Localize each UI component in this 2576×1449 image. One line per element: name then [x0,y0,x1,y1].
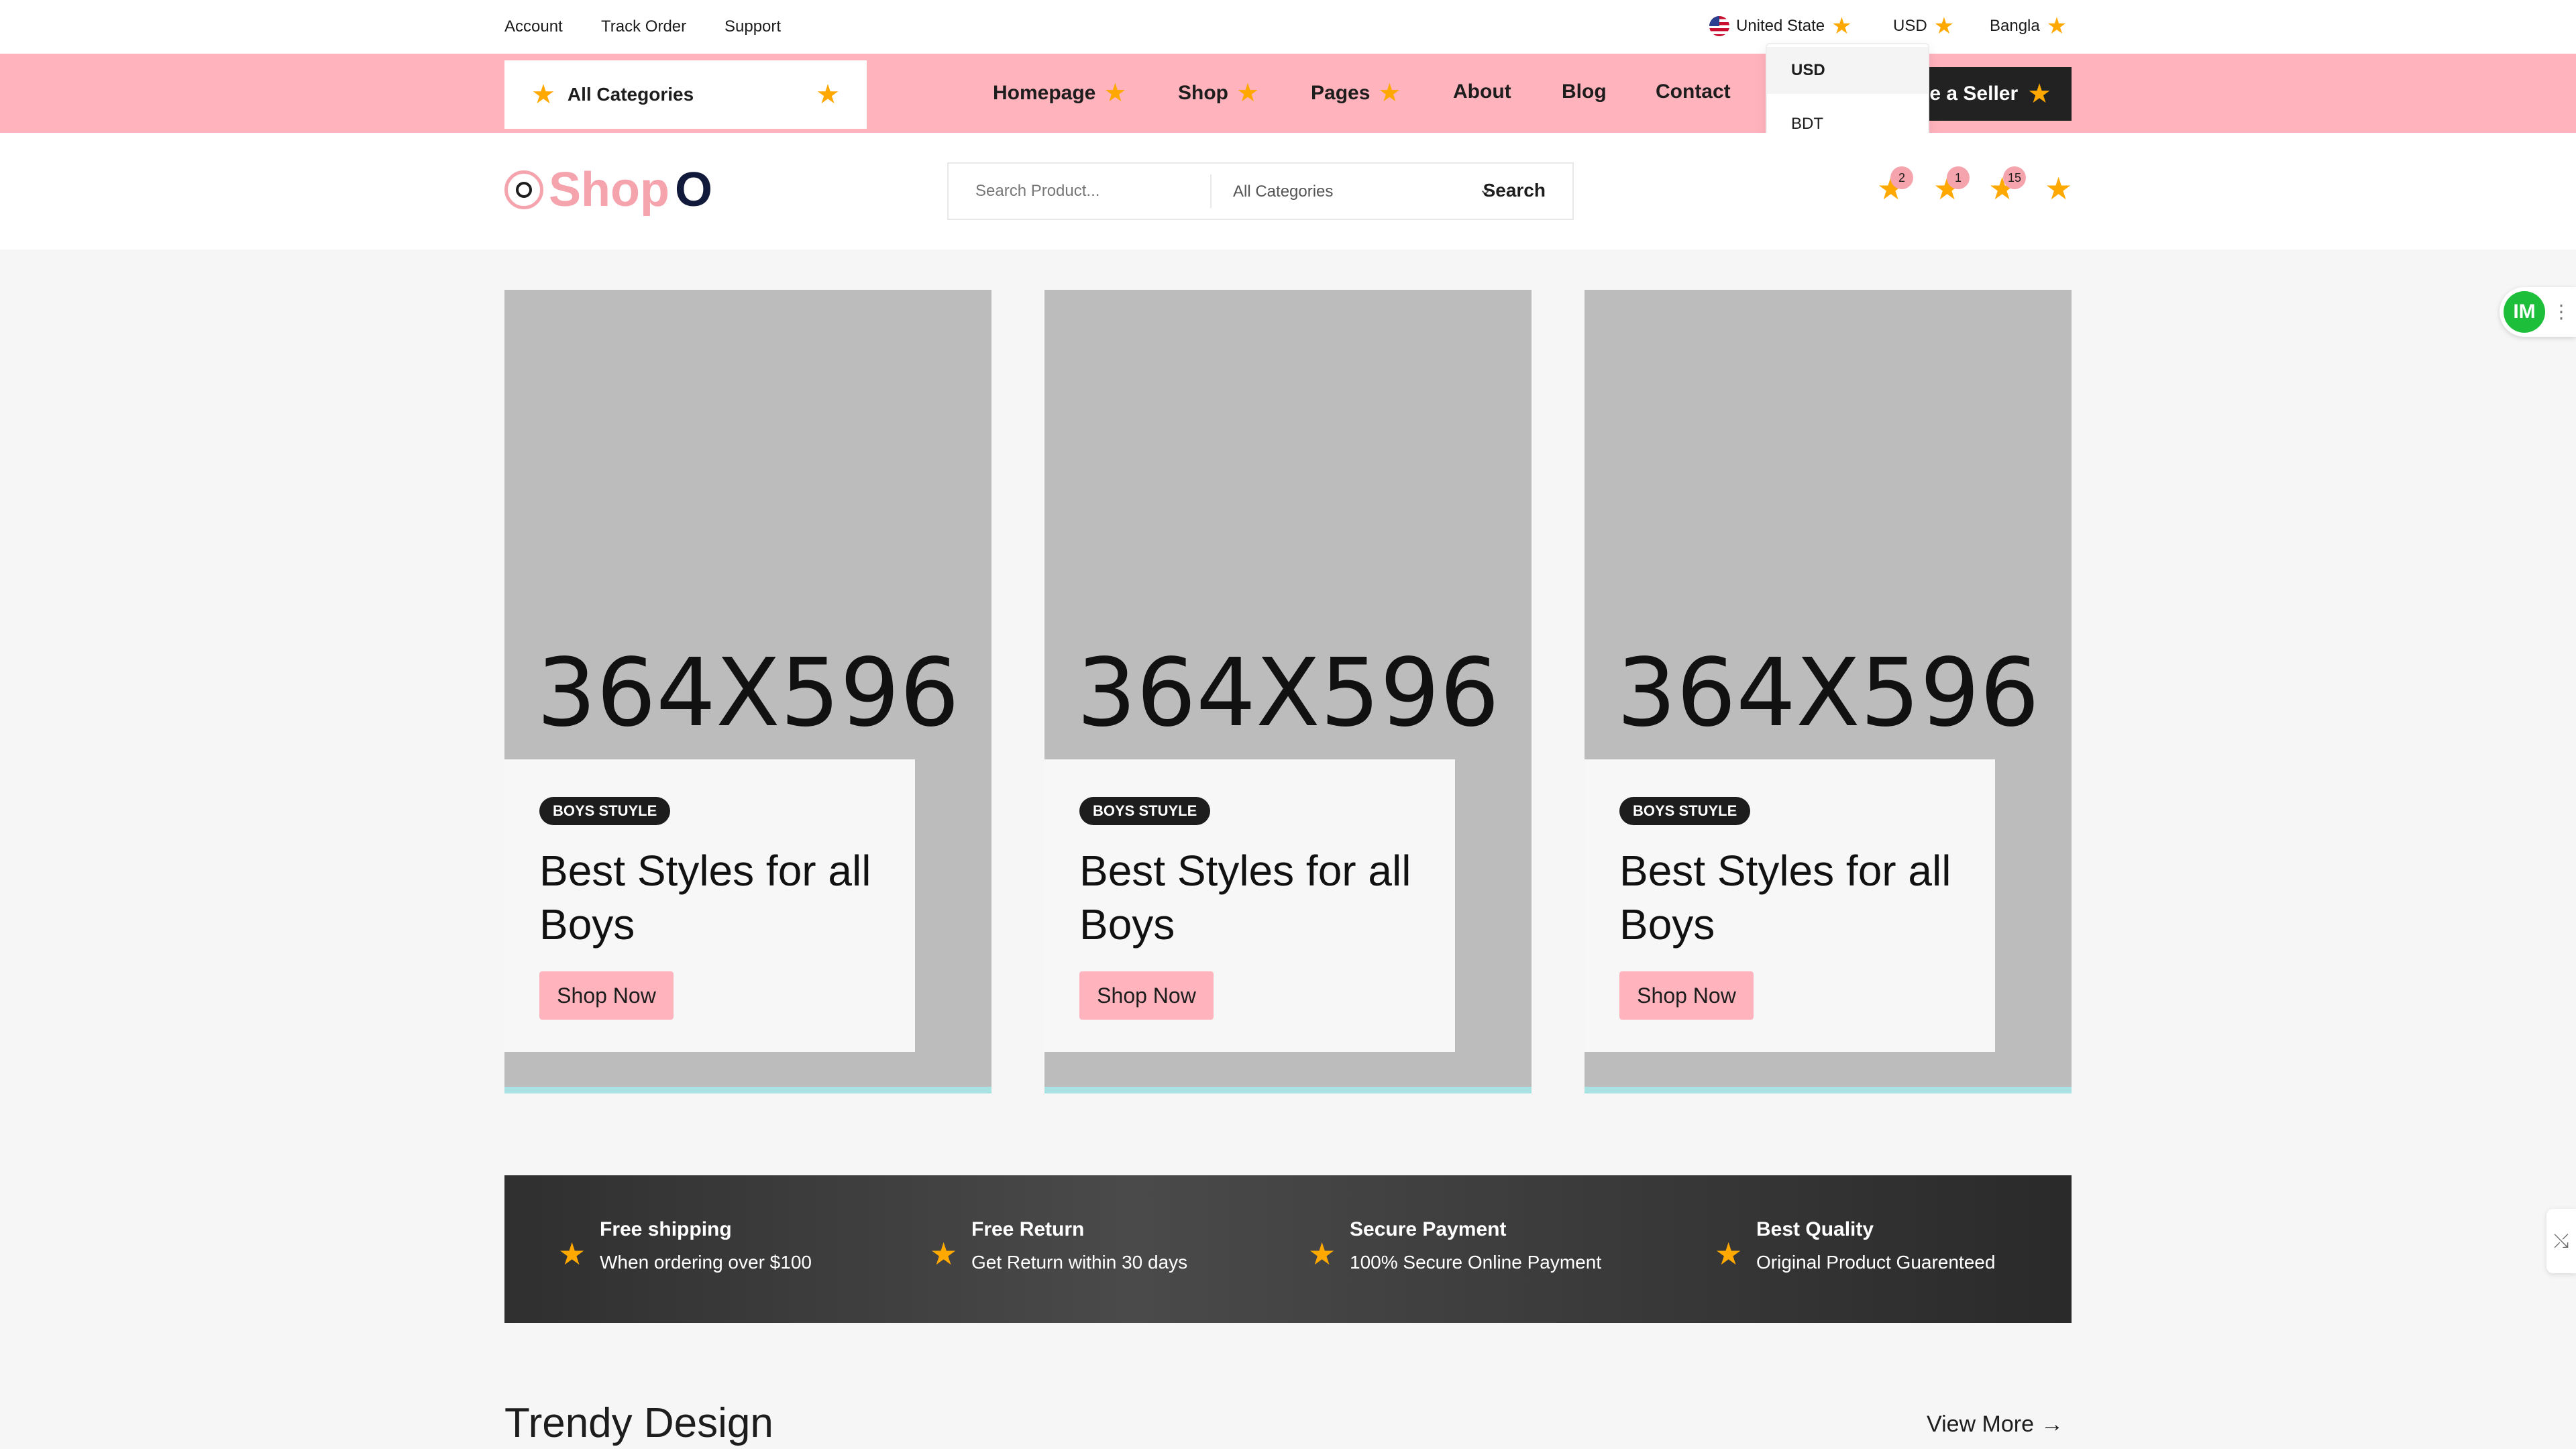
return-icon: ★ [930,1236,958,1271]
star-icon: ★ [2027,79,2051,109]
support-link[interactable]: Support [724,17,781,36]
banner-accent-bar [1585,1087,2072,1093]
star-icon: ★ [816,80,840,109]
banner-panel: BOYS STUYLE Best Styles for all Boys Sho… [1044,759,1455,1052]
nav-pages[interactable]: Pages ★ [1311,80,1401,106]
tool-icon: ⤯ [2553,1230,2569,1251]
banner-accent-bar [504,1087,991,1093]
wishlist-badge: 1 [1947,166,1970,189]
search-category-select[interactable]: All Categories [1233,182,1333,201]
category-tag: BOYS STUYLE [1079,797,1211,825]
feature-description: Original Product Guarenteed [1756,1252,1996,1273]
nav-pages-label: Pages [1311,82,1371,104]
star-icon: ★ [1933,13,1955,39]
main-nav [0,54,2576,133]
view-more-link[interactable]: View More → [1927,1411,2063,1438]
become-seller-label: ne a Seller [1917,83,2019,105]
drag-handle-icon[interactable]: ⋮⋮ [2552,301,2576,323]
banner-accent-bar [1044,1087,1532,1093]
us-flag-icon [1709,16,1729,36]
logo-text: Shop [549,163,669,217]
nav-homepage[interactable]: Homepage ★ [993,80,1126,106]
feature-title: Free Return [971,1218,1085,1240]
nav-blog-label: Blog [1562,80,1607,103]
logo[interactable]: Shop O [504,162,712,217]
currency-option-usd[interactable]: USD [1767,47,1928,94]
image-placeholder-label: 364X596 [1616,639,2040,748]
track-order-link[interactable]: Track Order [601,17,686,36]
banner-panel: BOYS STUYLE Best Styles for all Boys Sho… [1585,759,1995,1052]
nav-blog[interactable]: Blog [1562,80,1607,103]
search-bar: All Categories ⌄ Search [947,162,1574,220]
logo-mark-icon [504,170,543,209]
feature-title: Best Quality [1756,1218,1874,1240]
arrow-right-icon: → [2041,1411,2063,1437]
all-categories-button[interactable]: ★ All Categories ★ [504,60,867,129]
star-icon: ★ [2046,13,2068,39]
shop-now-button[interactable]: Shop Now [539,971,674,1020]
nav-about-label: About [1453,80,1511,103]
star-icon: ★ [1831,13,1852,39]
top-bar [0,0,2576,54]
compare-badge: 2 [1890,166,1913,189]
star-icon: ★ [1236,79,1260,107]
feature-description: Get Return within 30 days [971,1252,1188,1273]
banner-title: Best Styles for all Boys [539,847,871,949]
language-label: Bangla [1990,17,2040,35]
star-icon: ★ [1104,79,1127,107]
shop-now-button[interactable]: Shop Now [1079,971,1214,1020]
quality-icon: ★ [1715,1236,1743,1271]
nav-contact-label: Contact [1656,80,1731,103]
im-chat-widget[interactable]: IM ⋮⋮ [2500,287,2576,337]
image-placeholder-label: 364X596 [536,639,960,748]
language-selector[interactable]: Bangla ★ [1990,15,2067,38]
feature-description: 100% Secure Online Payment [1350,1252,1602,1273]
star-icon: ★ [1378,79,1401,107]
country-label: United State [1736,17,1825,35]
search-input[interactable] [949,164,1210,219]
banner-card[interactable]: 364X596 BOYS STUYLE Best Styles for all … [1585,290,2072,1093]
shipping-icon: ★ [558,1236,586,1271]
cart-badge: 15 [2003,166,2026,189]
feature-title: Free shipping [600,1218,732,1240]
nav-about[interactable]: About [1453,80,1511,103]
banner-card[interactable]: 364X596 BOYS STUYLE Best Styles for all … [1044,290,1532,1093]
features-strip: ★ Free shipping When ordering over $100 … [504,1175,2072,1323]
side-tool-widget[interactable]: ⤯ [2546,1209,2576,1273]
nav-homepage-label: Homepage [993,82,1096,104]
shop-now-button[interactable]: Shop Now [1619,971,1754,1020]
user-icon[interactable]: ★ [2045,173,2072,204]
account-link[interactable]: Account [504,17,563,36]
image-placeholder-label: 364X596 [1076,639,1500,748]
feature-description: When ordering over $100 [600,1252,812,1273]
banner-title: Best Styles for all Boys [1619,847,1951,949]
view-more-label: View More [1927,1411,2034,1437]
banner-title: Best Styles for all Boys [1079,847,1411,949]
banner-card[interactable]: 364X596 BOYS STUYLE Best Styles for all … [504,290,991,1093]
category-tag: BOYS STUYLE [539,797,671,825]
currency-label: USD [1893,17,1927,35]
logo-suffix: O [674,163,712,217]
currency-selector[interactable]: USD ★ [1893,15,1954,38]
search-button[interactable]: Search [1483,180,1546,201]
nav-shop[interactable]: Shop ★ [1178,80,1259,106]
feature-title: Secure Payment [1350,1218,1507,1240]
section-title: Trendy Design [504,1400,773,1446]
im-logo-icon: IM [2504,291,2545,333]
category-tag: BOYS STUYLE [1619,797,1751,825]
become-seller-button[interactable]: ne a Seller ★ [1917,67,2072,121]
country-selector[interactable]: United State ★ [1709,15,1852,38]
nav-shop-label: Shop [1178,82,1228,104]
search-divider [1210,174,1212,208]
banner-panel: BOYS STUYLE Best Styles for all Boys Sho… [504,759,915,1052]
payment-icon: ★ [1308,1236,1336,1271]
nav-contact[interactable]: Contact [1656,80,1731,103]
all-categories-label: All Categories [567,84,694,105]
star-icon: ★ [531,80,555,109]
